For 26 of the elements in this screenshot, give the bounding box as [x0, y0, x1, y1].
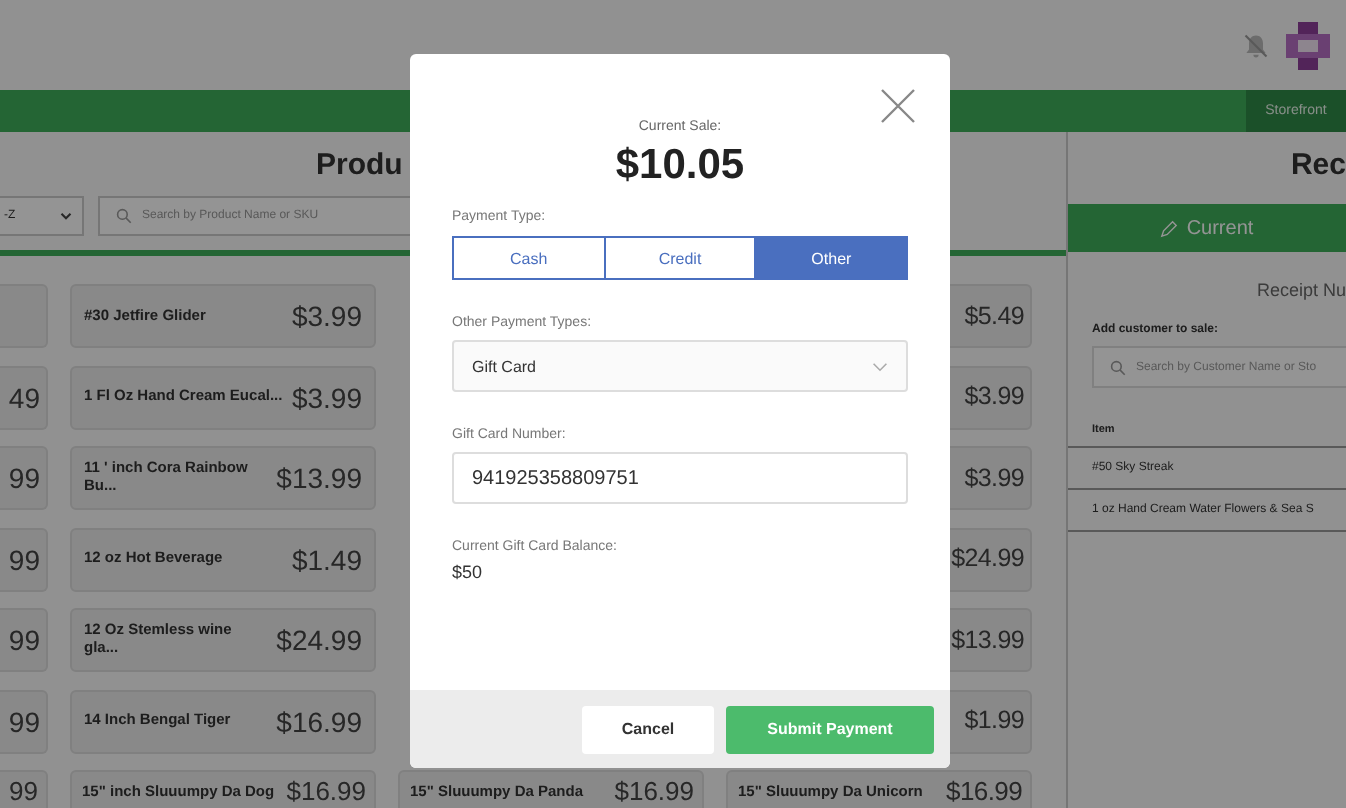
receipt-number: Receipt Nu	[1254, 278, 1346, 300]
muted-bell-icon[interactable]	[1242, 31, 1270, 59]
chevron-icon	[60, 212, 72, 220]
payment-type-option[interactable]: Credit	[605, 236, 757, 280]
search-icon	[1110, 359, 1126, 375]
pencil-icon	[1160, 219, 1179, 237]
close-icon[interactable]	[880, 88, 916, 124]
product-card[interactable]: 99	[0, 689, 48, 753]
payment-type-option[interactable]: Other	[756, 236, 909, 280]
product-card[interactable]: 99	[0, 527, 48, 591]
panel-title: Rec	[1288, 146, 1346, 186]
card-number-field[interactable]: 941925358809751	[452, 452, 908, 504]
submit-button[interactable]: Submit Payment	[726, 705, 934, 753]
product-card[interactable]: 99	[0, 770, 48, 808]
panel-title: Produ	[316, 148, 403, 182]
product-card[interactable]: 99	[0, 446, 48, 510]
search-icon	[116, 208, 132, 224]
payment-type-select[interactable]: Gift Card	[452, 340, 908, 392]
product-card[interactable]: 99	[0, 608, 48, 672]
payment-type-option[interactable]: Cash	[452, 236, 606, 280]
chevron-icon	[872, 361, 888, 371]
logo-icon[interactable]	[1286, 21, 1330, 69]
product-card[interactable]: 49	[0, 365, 48, 429]
cancel-button[interactable]: Cancel	[582, 705, 714, 753]
sale-amount: $10.05	[613, 142, 747, 190]
balance-value: $50	[452, 562, 485, 582]
